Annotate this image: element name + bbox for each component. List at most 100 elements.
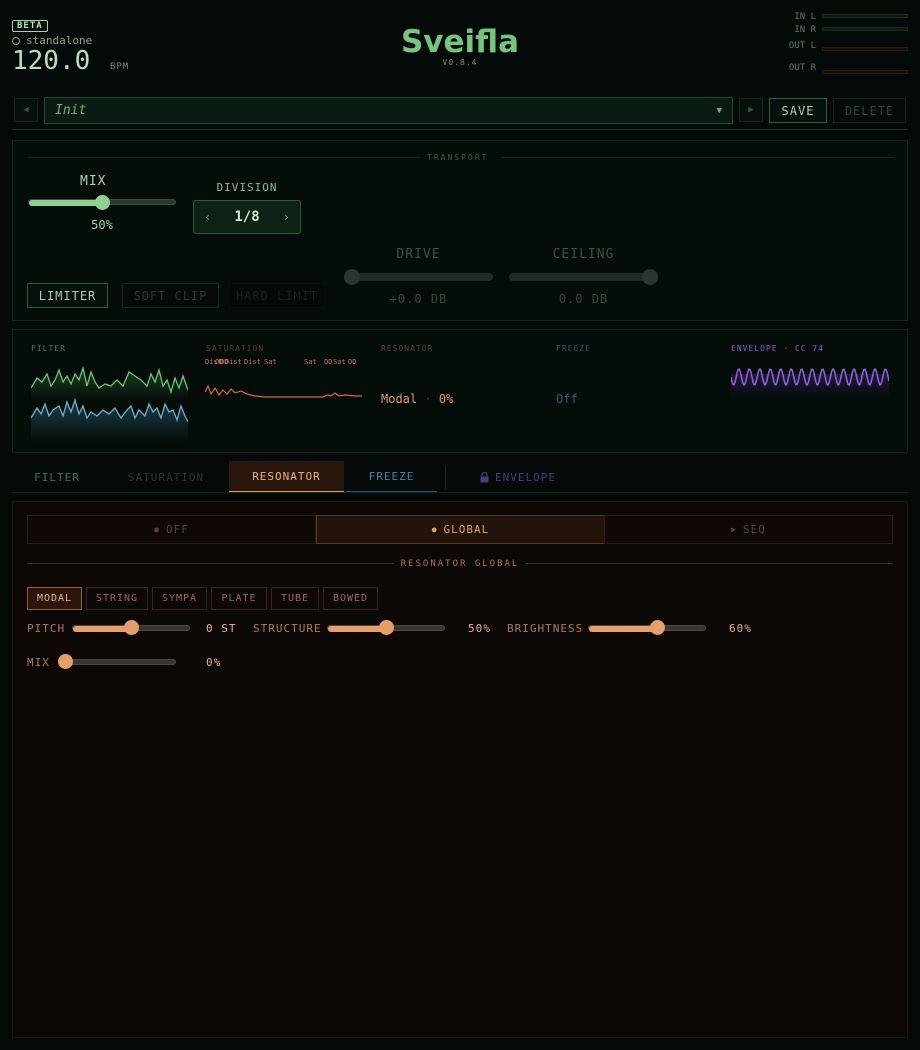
preset-prev-button[interactable]: ◀	[14, 98, 38, 122]
drive-label: DRIVE	[396, 247, 441, 262]
res-mix-label: MIX	[27, 656, 50, 669]
saturation-curve[interactable]	[205, 378, 362, 404]
tab-bar-underline	[12, 492, 908, 493]
separator-dot: ·	[424, 392, 432, 406]
pitch-value: 0 ST	[206, 622, 237, 635]
resonator-readout: Modal · 0%	[381, 392, 453, 406]
transport-title: TRANSPORT	[427, 153, 489, 162]
tab-resonator[interactable]: RESONATOR	[229, 461, 344, 493]
type-plate-button[interactable]: PLATE	[211, 587, 267, 610]
res-mix-value: 0%	[206, 656, 222, 669]
division-prev-button[interactable]: ‹	[204, 210, 211, 224]
resonator-mode: Modal	[381, 392, 418, 406]
header-divider	[12, 129, 908, 130]
drive-slider-thumb[interactable]	[344, 269, 360, 285]
saturation-tag: OD	[348, 358, 357, 366]
filter-waveform[interactable]	[31, 360, 188, 442]
mode-seq-button[interactable]: ▶ SEQ	[604, 515, 893, 544]
hard-limit-button[interactable]: HARD LIMIT	[229, 283, 325, 308]
tab-envelope-label: ENVELOPE	[495, 470, 556, 484]
mode-seq-label: SEQ	[742, 523, 766, 536]
pitch-slider-thumb[interactable]	[123, 620, 139, 635]
mode-off-button[interactable]: ● OFF	[27, 515, 316, 544]
mode-off-label: OFF	[165, 523, 189, 536]
drive-slider[interactable]	[344, 273, 493, 281]
mix-slider-thumb[interactable]	[94, 195, 110, 210]
type-string-button[interactable]: STRING	[86, 587, 148, 610]
overview-resonator-title: RESONATOR	[381, 344, 434, 353]
mode-global-button[interactable]: ● GLOBAL	[316, 515, 605, 544]
ceiling-slider-thumb[interactable]	[642, 269, 658, 285]
resonator-panel	[12, 501, 908, 1038]
type-modal-button[interactable]: MODAL	[27, 587, 82, 610]
freeze-state: Off	[556, 392, 578, 406]
structure-slider-thumb[interactable]	[378, 620, 394, 635]
meter-in-l	[822, 14, 908, 18]
brightness-slider-thumb[interactable]	[649, 620, 665, 635]
play-icon: ▶	[731, 525, 737, 534]
transport-rule-left	[28, 157, 420, 158]
tab-envelope[interactable]: ENVELOPE	[468, 461, 568, 493]
resonator-amount: 0%	[438, 392, 454, 406]
soft-clip-button[interactable]: SOFT CLIP	[122, 283, 219, 308]
type-bowed-button[interactable]: BOWED	[323, 587, 378, 610]
delete-button[interactable]: DELETE	[833, 98, 906, 123]
res-mix-slider-thumb[interactable]	[58, 654, 73, 669]
mix-value: 50%	[91, 218, 113, 232]
tab-separator	[445, 465, 446, 489]
brightness-label: BRIGHTNESS	[507, 622, 584, 635]
dot-icon: ●	[431, 525, 438, 534]
mix-slider-fill	[29, 200, 103, 206]
mode-global-label: GLOBAL	[443, 523, 490, 536]
app-version: V0.8.4	[442, 58, 478, 67]
lock-icon	[480, 471, 489, 482]
section-rule-right	[526, 563, 893, 564]
arrow-right-icon: ▶	[748, 105, 754, 115]
section-rule-left	[27, 563, 394, 564]
envelope-waveform[interactable]	[731, 364, 889, 398]
type-sympa-button[interactable]: SYMPA	[152, 587, 207, 610]
overview-saturation-title: SATURATION	[206, 344, 265, 353]
saturation-curve-line	[205, 384, 362, 398]
save-button[interactable]: SAVE	[769, 98, 827, 123]
saturation-tag: Sat	[264, 358, 277, 366]
chevron-down-icon: ▼	[716, 105, 722, 116]
overview-filter-title: FILTER	[31, 344, 66, 353]
dot-icon: ●	[154, 525, 160, 534]
saturation-tag: Sat	[333, 358, 346, 366]
tab-saturation[interactable]: SATURATION	[110, 461, 222, 493]
saturation-tag: OD	[324, 358, 333, 366]
preset-select[interactable]: Init ▼	[44, 97, 733, 124]
arrow-left-icon: ◀	[23, 105, 29, 115]
meter-in-r	[822, 27, 908, 31]
ceiling-slider[interactable]	[509, 273, 658, 281]
ceiling-value: 0.0 DB	[558, 292, 609, 306]
drive-value: +0.0 DB	[389, 292, 448, 306]
saturation-tag: Dist	[244, 358, 261, 366]
tab-filter[interactable]: FILTER	[12, 461, 102, 493]
meter-out-r	[822, 70, 908, 74]
brightness-value: 60%	[729, 622, 752, 635]
mix-label: MIX	[80, 174, 107, 189]
meter-label-out-r: OUT R	[788, 63, 816, 73]
meter-label-in-r: IN R	[794, 25, 816, 35]
structure-value: 50%	[468, 622, 491, 635]
pitch-label: PITCH	[27, 622, 66, 635]
saturation-tags: Dist OD OD Dist Dist Sat Sat OD Sat OD	[205, 358, 365, 368]
limiter-button[interactable]: LIMITER	[27, 283, 108, 308]
division-next-button[interactable]: ›	[283, 210, 290, 224]
resonator-global-title: RESONATOR GLOBAL	[400, 559, 520, 569]
division-value: 1/8	[234, 209, 260, 225]
transport-rule-right	[501, 157, 894, 158]
preset-name: Init	[55, 103, 87, 118]
preset-next-button[interactable]: ▶	[739, 98, 763, 122]
saturation-tag: Dist	[225, 358, 242, 366]
meter-label-out-l: OUT L	[788, 41, 816, 51]
tab-freeze[interactable]: FREEZE	[346, 461, 437, 493]
type-tube-button[interactable]: TUBE	[271, 587, 319, 610]
brightness-slider[interactable]	[588, 625, 706, 632]
overview-envelope-title: ENVELOPE · CC 74	[731, 344, 825, 353]
overview-freeze-title: FREEZE	[556, 344, 591, 353]
res-mix-slider[interactable]	[58, 659, 176, 665]
ceiling-label: CEILING	[552, 247, 615, 262]
